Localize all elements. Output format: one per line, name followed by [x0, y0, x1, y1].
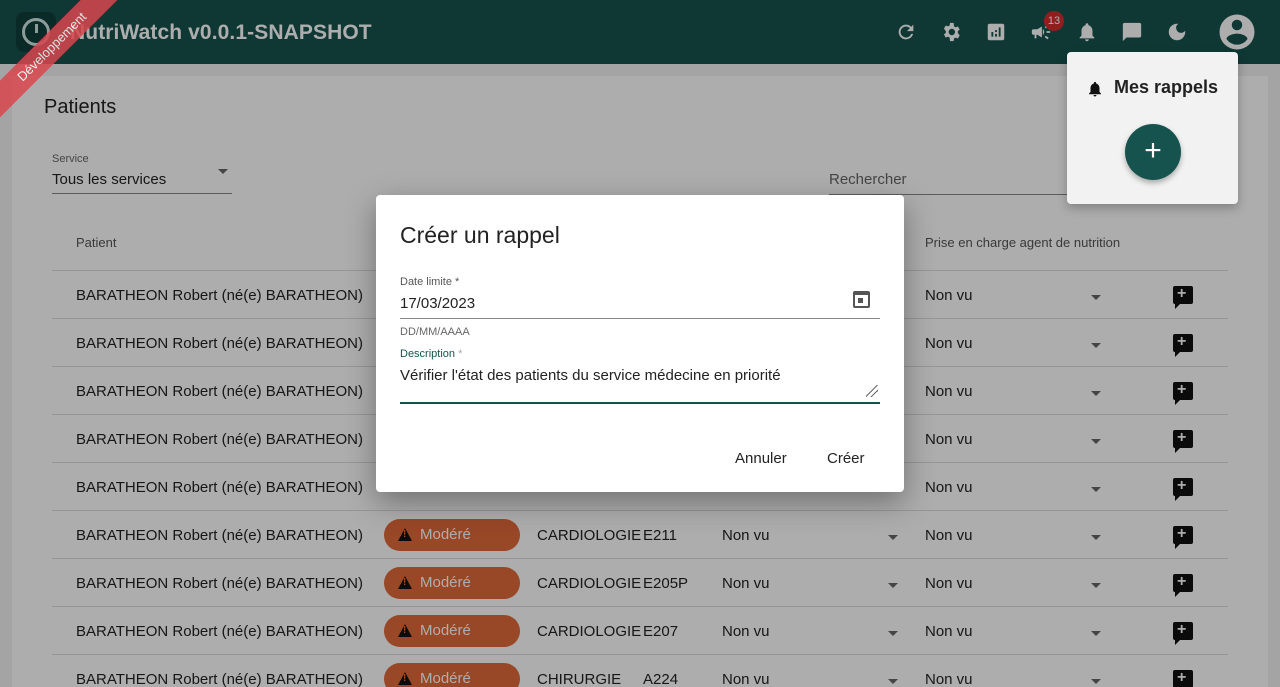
- create-reminder-dialog: Créer un rappel Date limite * 17/03/2023…: [376, 195, 904, 492]
- description-field-underline: [400, 402, 880, 404]
- cancel-button[interactable]: Annuler: [735, 450, 787, 467]
- resize-handle-icon[interactable]: [866, 385, 878, 397]
- create-button[interactable]: Créer: [827, 450, 865, 467]
- date-field[interactable]: 17/03/2023: [400, 295, 475, 312]
- dialog-title: Créer un rappel: [400, 222, 560, 248]
- date-field-helper: DD/MM/AAAA: [400, 326, 470, 338]
- description-field-label: Description *: [400, 348, 463, 360]
- bell-icon: [1086, 80, 1102, 97]
- date-field-label: Date limite *: [400, 276, 460, 288]
- add-reminder-button[interactable]: +: [1125, 124, 1181, 180]
- description-field[interactable]: Vérifier l'état des patients du service …: [400, 367, 781, 384]
- reminders-popover: Mes rappels +: [1067, 52, 1238, 204]
- date-field-underline: [400, 318, 880, 319]
- reminders-title: Mes rappels: [1114, 77, 1219, 97]
- calendar-icon[interactable]: [853, 291, 870, 308]
